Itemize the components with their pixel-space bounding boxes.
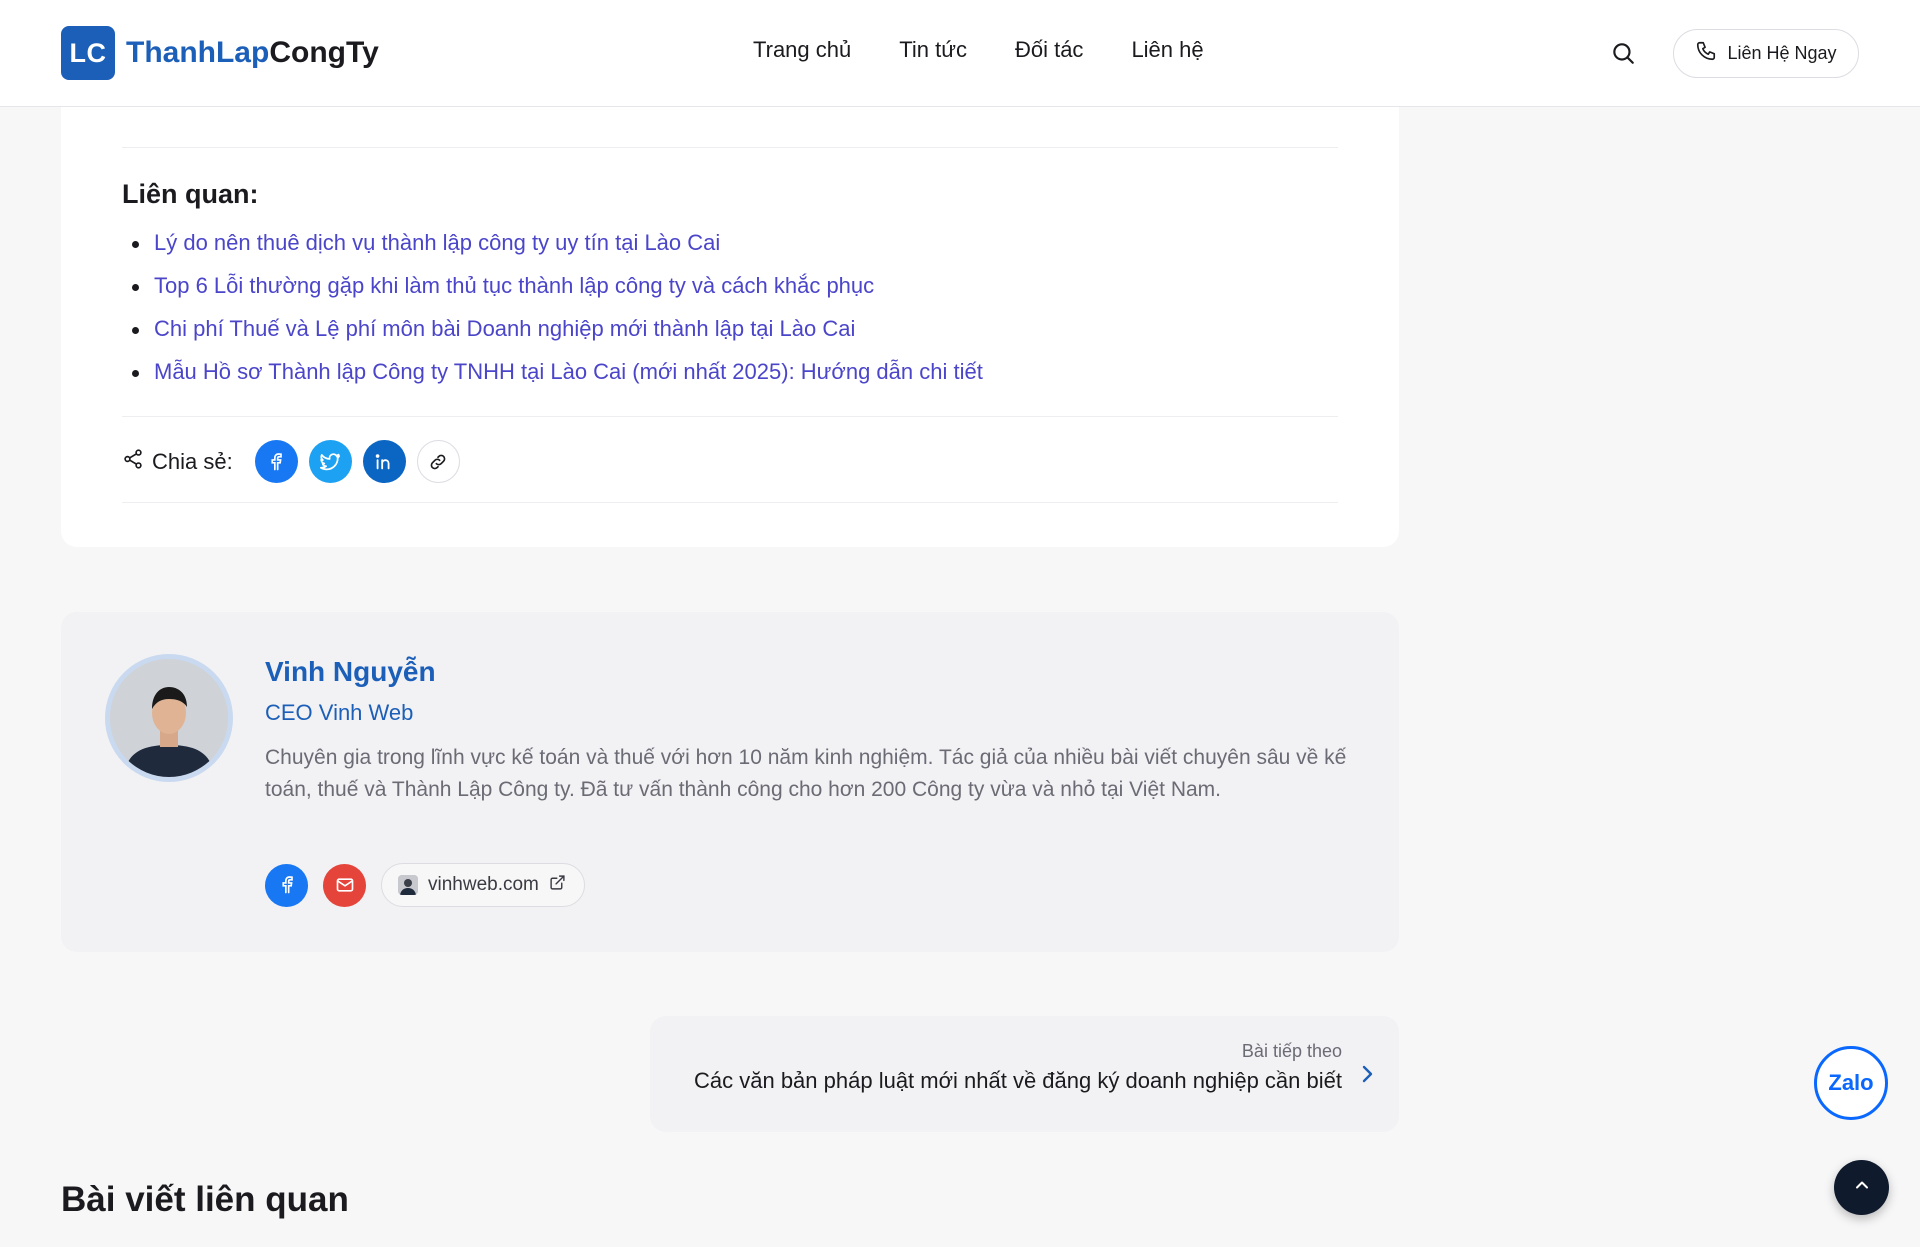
list-item: Lý do nên thuê dịch vụ thành lập công ty… [122, 228, 983, 271]
author-website-link[interactable]: vinhweb.com [381, 863, 585, 907]
related-link[interactable]: Chi phí Thuế và Lệ phí môn bài Doanh ngh… [154, 316, 855, 341]
phone-icon [1695, 40, 1717, 67]
article-card: Liên quan: Lý do nên thuê dịch vụ thành … [61, 107, 1399, 547]
twitter-icon[interactable] [308, 440, 352, 483]
nav-news[interactable]: Tin tức [899, 37, 967, 63]
facebook-icon[interactable] [254, 440, 298, 483]
site-header: LC ThanhLapCongTy Trang chủ Tin tức Đối … [0, 0, 1920, 107]
logo-text-part1: ThanhLap [126, 36, 270, 69]
logo-text-part2: CongTy [269, 36, 379, 69]
facebook-icon[interactable] [265, 863, 308, 907]
chevron-right-icon [1357, 1059, 1377, 1089]
related-link[interactable]: Mẫu Hồ sơ Thành lập Công ty TNHH tại Lào… [154, 359, 983, 384]
related-links: Lý do nên thuê dịch vụ thành lập công ty… [122, 228, 983, 400]
contact-now-label: Liên Hệ Ngay [1727, 43, 1837, 63]
nav-contact[interactable]: Liên hệ [1131, 37, 1203, 63]
share-label: Chia sẻ: [152, 448, 233, 474]
share-bar: Chia sẻ: [122, 440, 471, 483]
share-icon [122, 448, 144, 475]
external-link-icon [549, 874, 566, 897]
author-links: vinhweb.com [265, 863, 585, 907]
divider [122, 502, 1338, 503]
author-name[interactable]: Vinh Nguyễn [265, 656, 436, 688]
link-icon[interactable] [416, 440, 460, 483]
next-post-label: Bài tiếp theo [1241, 1041, 1342, 1061]
list-item: Top 6 Lỗi thường gặp khi làm thủ tục thà… [122, 271, 983, 314]
related-link[interactable]: Lý do nên thuê dịch vụ thành lập công ty… [154, 230, 720, 255]
next-post-card[interactable]: Bài tiếp theo Các văn bản pháp luật mới … [650, 1016, 1399, 1132]
divider [122, 147, 1338, 148]
website-label: vinhweb.com [428, 874, 539, 895]
zalo-label: Zalo [1828, 1070, 1874, 1095]
search-icon[interactable] [1610, 40, 1636, 66]
logo-text: ThanhLapCongTy [126, 36, 379, 70]
nav-home[interactable]: Trang chủ [753, 37, 851, 63]
mail-icon[interactable] [323, 863, 366, 907]
chevron-up-icon [1852, 1175, 1872, 1200]
nav-partners[interactable]: Đối tác [1015, 37, 1083, 63]
related-title: Liên quan: [122, 179, 259, 209]
list-item: Chi phí Thuế và Lệ phí môn bài Doanh ngh… [122, 314, 983, 357]
logo-badge: LC [61, 26, 115, 80]
site-logo[interactable]: LC ThanhLapCongTy [61, 26, 379, 80]
divider [122, 416, 1338, 417]
back-to-top-button[interactable] [1834, 1160, 1889, 1215]
linkedin-icon[interactable] [362, 440, 406, 483]
main-nav: Trang chủ Tin tức Đối tác Liên hệ [753, 37, 1204, 63]
contact-now-button[interactable]: Liên Hệ Ngay [1673, 29, 1859, 78]
next-post-title[interactable]: Các văn bản pháp luật mới nhất về đăng k… [694, 1068, 1342, 1094]
author-avatar [105, 654, 233, 782]
website-favicon [398, 875, 418, 895]
author-bio: Chuyên gia trong lĩnh vực kế toán và thu… [265, 746, 1347, 801]
author-role: CEO Vinh Web [265, 700, 414, 725]
list-item: Mẫu Hồ sơ Thành lập Công ty TNHH tại Lào… [122, 357, 983, 400]
related-posts-heading: Bài viết liên quan [61, 1180, 349, 1219]
related-link[interactable]: Top 6 Lỗi thường gặp khi làm thủ tục thà… [154, 273, 874, 298]
author-box: Vinh Nguyễn CEO Vinh Web Chuyên gia tron… [61, 612, 1399, 952]
zalo-chat-button[interactable]: Zalo [1814, 1046, 1888, 1120]
